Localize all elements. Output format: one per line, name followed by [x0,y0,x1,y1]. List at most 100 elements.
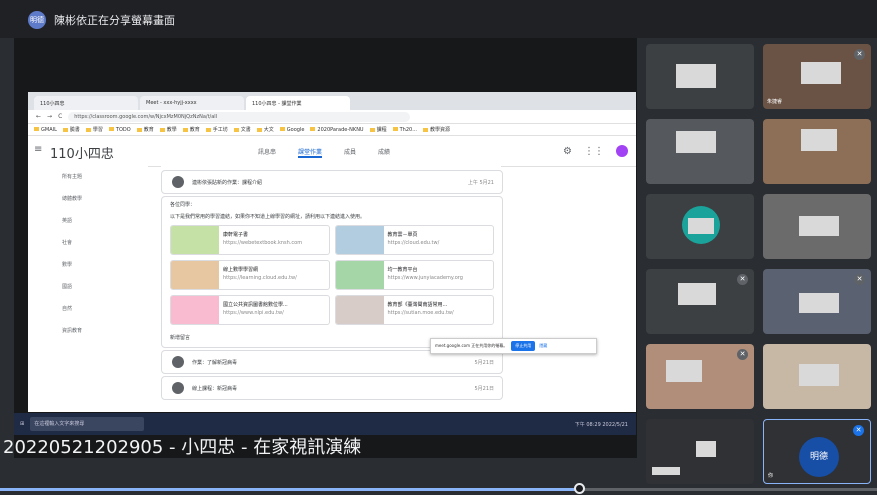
link-card[interactable]: 均一教育平台 https://www.junyiacademy.org [334,260,494,290]
link-card[interactable]: 國立公共資訊圖書館數位學... https://www.nlpi.edu.tw/ [170,295,330,325]
bookmarks-bar: GMAIL 臉書 學習 TODO 教育 教學 教育 手工坊 文書 大文 Goog… [28,124,636,136]
link-text: 教育部《臺灣閩南語常用... https://sutian.moe.edu.tw/ [388,296,454,324]
redacted-face [666,360,702,382]
participant-tile[interactable]: ✕ [646,269,754,334]
participant-tile[interactable] [646,44,754,109]
forward-icon[interactable]: → [47,113,52,120]
link-text: 教育雲－單頁 https://cloud.edu.tw/ [388,226,440,254]
url-field[interactable]: https://classroom.google.com/w/NjcxMzM0N… [68,111,411,122]
post-title: 連彬依張貼新的作業：課程介紹 [192,179,263,186]
participant-tile[interactable]: ✕ 朱捷睿 [763,44,871,109]
participant-tile[interactable] [646,119,754,184]
back-icon[interactable]: ← [36,113,41,120]
screen-share-notification: meet.google.com 正在共用你的螢幕。 停止共用 隱藏 [430,338,597,354]
bookmark[interactable]: 教學資源 [423,126,450,133]
playback-progress [0,488,579,491]
post-title: 作業：了解新冠病毒 [192,359,238,366]
participant-tile[interactable]: ✕ [763,269,871,334]
redacted-face [678,283,716,305]
participant-name: 你 [768,473,774,479]
bookmark[interactable]: 教育 [183,126,200,133]
link-title: 國立公共資訊圖書館數位學... [223,302,288,308]
tab-grades[interactable]: 成績 [378,147,390,158]
class-name[interactable]: 110小四忠 [50,143,114,162]
participant-tile[interactable] [763,194,871,259]
link-url: https://cloud.edu.tw/ [387,240,440,246]
presenter-banner-text: 陳彬依正在分享螢幕畫面 [54,14,175,27]
browser-tab[interactable]: Meet - xxx-hyjj-xxxx [140,96,244,110]
post-card[interactable]: 連彬依張貼新的作業：課程介紹 上午 5月21 [161,170,503,194]
bookmark[interactable]: GMAIL [34,127,57,133]
announcement-heading: 各位同學： [170,202,196,208]
redacted-face [696,441,716,457]
sidebar-item[interactable]: 社會 [28,232,148,254]
redacted-face [801,129,837,151]
bookmark[interactable]: 學習 [86,126,103,133]
link-url: https://www.junyiacademy.org [387,275,463,281]
post-card[interactable]: 線上課程：新冠病毒 5月21日 [161,376,503,400]
post-row: 作業：了解新冠病毒 5月21日 [162,351,502,373]
bookmark[interactable]: 教育 [137,126,154,133]
announcement-card: 各位同學： 以下是我們常用的學習連結，如果你不知道上線學習的網址，請利用以下連結… [161,196,503,348]
bookmark[interactable]: 手工坊 [206,126,228,133]
bookmark[interactable]: Th20... [393,127,417,133]
link-title: 教育部《臺灣閩南語常用... [387,302,448,308]
link-url: https://learning.cloud.edu.tw/ [223,275,297,281]
sidebar-item[interactable]: 英語 [28,210,148,232]
bookmark[interactable]: 大文 [257,126,274,133]
sidebar-item[interactable]: 國語 [28,276,148,298]
bookmark[interactable]: 教學 [160,126,177,133]
sidebar-item[interactable]: 數學 [28,254,148,276]
account-avatar[interactable] [615,145,628,157]
start-icon[interactable]: ⊞ [20,421,24,427]
tab-classwork[interactable]: 課堂作業 [298,147,323,158]
mic-off-icon: ✕ [737,274,748,285]
participant-tile[interactable]: ✕ [646,344,754,409]
link-card[interactable]: 線上數學學習網 https://learning.cloud.edu.tw/ [170,260,330,290]
post-date: 上午 5月21 [467,179,494,186]
menu-icon[interactable]: ≡ [34,145,44,155]
browser-tab-active[interactable]: 110小四忠 - 課堂作業 [246,96,350,110]
bookmark[interactable]: Google [280,127,305,133]
bookmark[interactable]: 2020Parade-NKNU [310,127,363,133]
link-card[interactable]: 教育雲－單頁 https://cloud.edu.tw/ [334,225,494,255]
link-url: https://www.nlpi.edu.tw/ [223,310,284,316]
browser-tab[interactable]: 110小四忠 [34,96,138,110]
participant-tile[interactable] [646,419,754,484]
sidebar-item[interactable]: 自然 [28,298,148,320]
link-card[interactable]: 康軒電子書 https://webetextbook.knsh.com [170,225,330,255]
apps-grid-icon[interactable]: ⋮⋮ [584,146,604,157]
bookmark[interactable]: TODO [109,127,131,133]
redacted-face [676,64,716,88]
bookmark[interactable]: 臉書 [63,126,80,133]
redacted-face [676,131,716,153]
link-text: 康軒電子書 https://webetextbook.knsh.com [223,226,302,254]
sidebar-item[interactable]: 總體教學 [28,188,148,210]
sidebar-item[interactable]: 資訊教育 [28,320,148,342]
tab-people[interactable]: 成員 [344,147,356,158]
sidebar-item[interactable]: 所有主題 [28,166,148,188]
tab-stream[interactable]: 訊息串 [258,147,276,158]
participant-tile[interactable] [763,119,871,184]
bookmark[interactable]: 文書 [234,126,251,133]
bookmark[interactable]: 課程 [370,126,387,133]
playback-scrubber[interactable] [573,483,585,494]
settings-icon[interactable]: ⚙ [563,146,572,157]
self-tile[interactable]: 明德 ✕ 你 [763,419,871,484]
link-card[interactable]: 教育部《臺灣閩南語常用... https://sutian.moe.edu.tw/ [334,295,494,325]
mic-off-icon: ✕ [853,425,864,436]
windows-taskbar: ⊞ 在這裡輸入文字來搜尋 下午 08:29 2022/5/21 [14,413,636,435]
redacted-name [688,218,714,234]
participant-tile[interactable] [763,344,871,409]
video-caption: 20220521202905 - 小四忠 - 在家視訊演練 [3,437,362,458]
link-url: https://sutian.moe.edu.tw/ [387,310,454,316]
stop-sharing-button[interactable]: 停止共用 [511,341,536,351]
reload-icon[interactable]: C [58,113,62,120]
redacted-face [799,216,839,236]
assignment-icon [172,356,184,368]
participant-tile[interactable] [646,194,754,259]
taskbar-search[interactable]: 在這裡輸入文字來搜尋 [30,417,145,431]
link-thumbnail [171,226,219,254]
hide-button[interactable]: 隱藏 [539,343,547,349]
classroom-header-icons: ⚙ ⋮⋮ [563,145,628,157]
